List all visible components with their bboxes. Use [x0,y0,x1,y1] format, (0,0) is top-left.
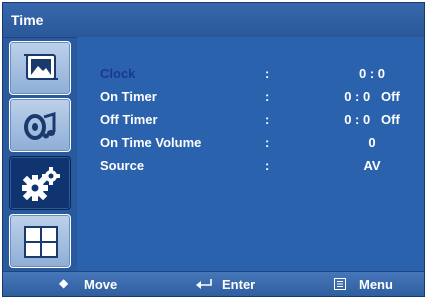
row-label: On Timer [100,89,157,104]
sidebar-item-picture[interactable] [9,41,71,95]
enter-icon [196,279,212,289]
row-label: Off Timer [100,112,158,127]
menu-row-on-time-volume[interactable]: On Time Volume : 0 [77,132,424,152]
menu-icon [334,278,346,290]
sidebar-item-layout[interactable] [9,214,71,268]
row-value: 0 : 0 Off [344,112,400,127]
sidebar-item-sound[interactable] [9,98,71,152]
sound-icon [24,111,56,140]
sidebar-item-setup[interactable] [9,156,71,210]
menu-row-source[interactable]: Source : AV [77,155,424,175]
row-value: 0 : 0 Off [344,89,400,104]
grid-icon [24,226,58,258]
menu-row-off-timer[interactable]: Off Timer : 0 : 0 Off [77,109,424,129]
row-label: Source [100,158,145,173]
row-separator: : [265,89,270,104]
gears-icon [22,167,60,201]
menu-row-clock[interactable]: Clock : 0 : 0 [77,63,424,83]
menu-title: Time [11,12,44,28]
up-down-arrows-icon: ◆ [59,276,69,290]
enter-hint: Enter [222,277,256,292]
row-separator: : [265,112,270,127]
sidebar [9,41,74,273]
row-separator: : [265,135,270,150]
title-bar: Time [3,3,424,38]
row-separator: : [265,66,270,81]
osd-menu: Time Clock: 0: 0 On Timer: 0: 0 Off … [2,2,425,297]
row-value: 0 : 0 [358,66,385,81]
row-separator: : [265,158,270,173]
move-hint: Move [84,277,118,292]
help-bar: ◆ Move Enter Menu [3,271,424,296]
picture-icon [24,54,58,80]
row-value: 0 [368,135,376,150]
menu-row-on-timer[interactable]: On Timer : 0 : 0 Off [77,86,424,106]
row-label: On Time Volume [100,135,202,150]
row-value: AV [363,158,381,173]
menu-content: Clock : 0 : 0 On Timer : 0 : 0 Off Off T… [77,37,424,273]
row-label: Clock [100,66,136,81]
menu-hint: Menu [359,277,393,292]
